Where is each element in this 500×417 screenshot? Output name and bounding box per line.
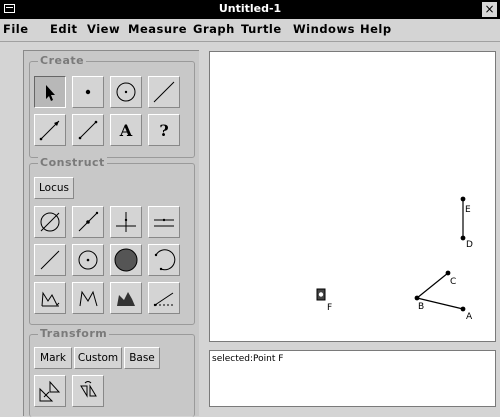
text-icon: A: [119, 121, 133, 140]
polygon-icon: [41, 291, 60, 307]
midpoint-icon: [78, 211, 99, 232]
point-e-label[interactable]: E: [465, 205, 471, 215]
segment-line-icon: [40, 250, 60, 270]
perpendicular-icon: [116, 212, 136, 232]
point-icon: [85, 89, 91, 95]
segment-tool[interactable]: [72, 114, 104, 146]
line-tool[interactable]: [148, 76, 180, 108]
help-icon: ?: [159, 121, 168, 140]
help-tool[interactable]: ?: [148, 114, 180, 146]
polygon-alt-icon: [79, 290, 98, 307]
ray-tool[interactable]: [34, 114, 66, 146]
segment-icon: [78, 120, 98, 140]
bisector-tool[interactable]: [148, 282, 180, 314]
menu-view[interactable]: View: [87, 22, 120, 36]
intersection-tool[interactable]: [34, 206, 66, 238]
point-b-label[interactable]: B: [418, 302, 424, 312]
status-text: selected:Point F: [212, 354, 284, 364]
base-button[interactable]: Base: [124, 347, 160, 369]
point-a[interactable]: [460, 306, 466, 312]
polygon-alt-tool[interactable]: [72, 282, 104, 314]
point-a-label[interactable]: A: [466, 312, 473, 322]
arc-tool[interactable]: [148, 244, 180, 276]
window-title: Untitled-1: [218, 2, 282, 15]
close-button[interactable]: ×: [482, 2, 497, 17]
svg-text:A: A: [119, 121, 133, 140]
rotate-icon: [80, 381, 97, 398]
arc-icon: [154, 249, 176, 271]
sketch-drawing: E D C B A F: [316, 196, 473, 322]
point-tool[interactable]: [72, 76, 104, 108]
transform-label: Transform: [38, 327, 110, 340]
arrow-select-tool[interactable]: [34, 76, 66, 108]
bisector-icon: [153, 292, 174, 307]
line-icon: [153, 81, 175, 103]
menu-measure[interactable]: Measure: [128, 22, 187, 36]
arrow-select-icon: [46, 85, 55, 101]
mark-button[interactable]: Mark: [34, 347, 72, 369]
menu-bar: File Edit View Measure Graph Turtle Wind…: [0, 19, 500, 42]
intersection-icon: [40, 212, 60, 232]
svg-text:?: ?: [159, 121, 168, 140]
transform-group: Transform Mark Custom Base: [29, 327, 195, 417]
point-c-label[interactable]: C: [450, 277, 456, 287]
circle-tool[interactable]: [110, 76, 142, 108]
tool-panel: Create A ? Construct Locus Transform Mar…: [23, 50, 199, 417]
point-f[interactable]: [318, 292, 324, 297]
point-c[interactable]: [445, 270, 451, 276]
filled-circle-tool[interactable]: [110, 244, 142, 276]
parallel-tool[interactable]: [148, 206, 180, 238]
point-b[interactable]: [414, 295, 420, 301]
filled-circle-icon: [114, 248, 138, 272]
point-e[interactable]: [460, 196, 466, 202]
text-tool[interactable]: A: [110, 114, 142, 146]
rotate-tool[interactable]: [72, 375, 104, 407]
midpoint-tool[interactable]: [72, 206, 104, 238]
filled-polygon-tool[interactable]: [110, 282, 142, 314]
point-d[interactable]: [460, 235, 466, 241]
sketch-canvas[interactable]: E D C B A F: [209, 51, 496, 342]
menu-help[interactable]: Help: [360, 22, 392, 36]
menu-windows[interactable]: Windows: [293, 22, 355, 36]
point-d-label[interactable]: D: [466, 240, 473, 250]
create-group: Create A ?: [29, 54, 195, 158]
create-label: Create: [38, 54, 87, 67]
segment-bc[interactable]: [416, 272, 449, 299]
menu-file[interactable]: File: [3, 22, 29, 36]
title-bar: Untitled-1 ×: [0, 0, 500, 19]
locus-button[interactable]: Locus: [34, 177, 74, 199]
dilate-icon: [39, 380, 61, 402]
status-panel: selected:Point F: [209, 350, 496, 407]
point-f-label[interactable]: F: [327, 303, 332, 313]
filled-polygon-icon: [117, 292, 135, 306]
construct-label: Construct: [38, 156, 107, 169]
construct-group: Construct Locus: [29, 156, 195, 325]
menu-edit[interactable]: Edit: [50, 22, 78, 36]
perpendicular-tool[interactable]: [110, 206, 142, 238]
circle-icon: [116, 82, 136, 102]
menu-turtle[interactable]: Turtle: [241, 22, 282, 36]
parallel-icon: [154, 218, 174, 227]
custom-button[interactable]: Custom: [74, 347, 122, 369]
circle-center-icon: [78, 250, 98, 270]
dilate-tool[interactable]: [34, 375, 66, 407]
ray-icon: [39, 120, 60, 141]
segment-line-tool[interactable]: [34, 244, 66, 276]
polygon-tool[interactable]: [34, 282, 66, 314]
menu-graph[interactable]: Graph: [193, 22, 235, 36]
circle-center-tool[interactable]: [72, 244, 104, 276]
